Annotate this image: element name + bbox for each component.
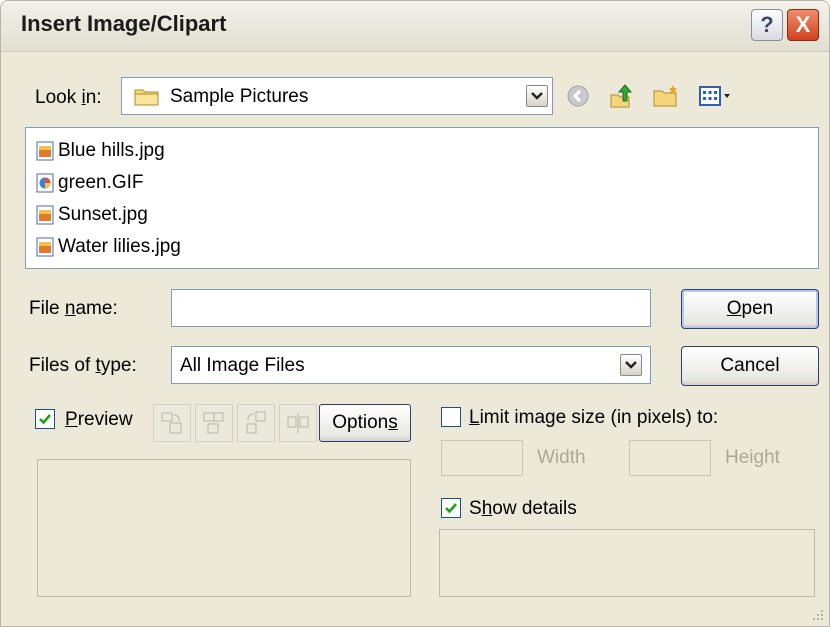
file-name-input[interactable] xyxy=(171,289,651,327)
open-button-label: Open xyxy=(726,298,774,319)
view-menu-button[interactable] xyxy=(697,81,735,111)
rotate-left-icon xyxy=(161,412,182,434)
height-label: Height xyxy=(725,447,780,468)
title-bar[interactable]: Insert Image/Clipart ? X xyxy=(1,1,829,52)
flip-horizontal-icon xyxy=(287,413,309,433)
look-in-value: Sample Pictures xyxy=(170,86,309,107)
view-menu-icon xyxy=(699,86,730,106)
checkmark-icon xyxy=(39,414,51,425)
flip-vertical-button[interactable] xyxy=(237,404,275,442)
look-in-dropdown-arrow[interactable] xyxy=(526,85,548,107)
list-item[interactable]: Blue hills.jpg xyxy=(36,137,165,165)
help-icon: ? xyxy=(760,12,774,37)
show-details-label[interactable]: Show details xyxy=(469,498,577,520)
chevron-down-icon xyxy=(531,92,543,100)
resize-grip-icon[interactable] xyxy=(811,608,825,622)
files-of-type-label: Files of type: xyxy=(29,355,137,376)
chevron-down-icon xyxy=(625,361,637,369)
file-name-label: File name: xyxy=(29,298,118,319)
details-pane xyxy=(439,529,815,597)
list-item[interactable]: Sunset.jpg xyxy=(36,201,148,229)
options-button-label: Options xyxy=(332,412,398,433)
files-of-type-select[interactable]: All Image Files xyxy=(171,346,651,384)
close-button[interactable]: X xyxy=(787,9,819,41)
checkmark-icon xyxy=(445,503,457,514)
limit-image-size-checkbox[interactable] xyxy=(441,407,461,427)
up-folder-icon xyxy=(610,84,633,108)
jpg-file-icon xyxy=(36,205,54,225)
height-input[interactable] xyxy=(629,440,711,476)
flip-vertical-icon xyxy=(246,411,266,434)
file-name-text: green.GIF xyxy=(58,172,144,193)
open-button[interactable]: Open xyxy=(681,289,819,329)
width-label: Width xyxy=(537,447,586,468)
up-one-level-button[interactable] xyxy=(607,81,637,111)
width-input[interactable] xyxy=(441,440,523,476)
file-name-text: Sunset.jpg xyxy=(58,204,148,225)
list-item[interactable]: Water lilies.jpg xyxy=(36,233,181,261)
preview-pane xyxy=(37,459,411,597)
list-item[interactable]: green.GIF xyxy=(36,169,144,197)
jpg-file-icon xyxy=(36,237,54,257)
file-name-text: Water lilies.jpg xyxy=(58,236,181,257)
rotate-right-icon xyxy=(203,412,224,434)
files-of-type-value: All Image Files xyxy=(180,355,305,376)
insert-image-dialog: Insert Image/Clipart ? X Look in: Sample… xyxy=(0,0,830,627)
close-icon: X xyxy=(795,12,811,37)
look-in-select[interactable]: Sample Pictures xyxy=(121,77,553,115)
back-button[interactable] xyxy=(563,81,593,111)
help-button[interactable]: ? xyxy=(751,9,783,41)
preview-checkbox[interactable] xyxy=(35,409,55,429)
back-icon xyxy=(567,85,589,107)
limit-image-size-label[interactable]: Limit image size (in pixels) to: xyxy=(469,407,718,429)
file-list[interactable]: Blue hills.jpg green.GIF Sunset.jpg Wate… xyxy=(25,127,819,269)
rotate-right-button[interactable] xyxy=(195,404,233,442)
flip-horizontal-button[interactable] xyxy=(279,404,317,442)
file-name-text: Blue hills.jpg xyxy=(58,140,165,161)
jpg-file-icon xyxy=(36,141,54,161)
options-button[interactable]: Options xyxy=(319,404,411,442)
files-of-type-dropdown-arrow[interactable] xyxy=(620,354,642,376)
new-folder-icon xyxy=(653,85,678,107)
folder-icon xyxy=(134,86,160,112)
cancel-button-label: Cancel xyxy=(720,355,780,376)
rotate-left-button[interactable] xyxy=(153,404,191,442)
window-title: Insert Image/Clipart xyxy=(21,11,227,36)
gif-file-icon xyxy=(36,173,54,193)
look-in-label: Look in: xyxy=(35,87,102,108)
show-details-checkbox[interactable] xyxy=(441,498,461,518)
cancel-button[interactable]: Cancel xyxy=(681,346,819,386)
new-folder-button[interactable] xyxy=(651,81,681,111)
preview-label[interactable]: Preview xyxy=(65,409,133,431)
